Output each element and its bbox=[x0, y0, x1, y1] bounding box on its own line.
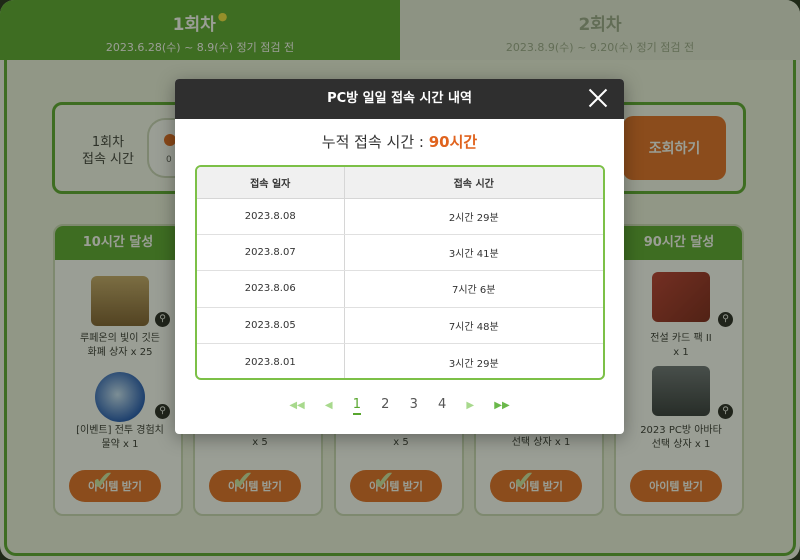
table-row: 2023.8.05 7시간 48분 bbox=[197, 307, 603, 345]
right-arrow-icon[interactable]: ▶ bbox=[466, 400, 474, 411]
table-row: 2023.8.06 7시간 6분 bbox=[197, 270, 603, 308]
row-date: 2023.8.08 bbox=[197, 198, 345, 235]
row-duration: 2시간 29분 bbox=[344, 198, 603, 235]
modal-header: PC방 일일 접속 시간 내역 bbox=[175, 79, 624, 119]
row-date: 2023.8.07 bbox=[197, 234, 345, 272]
table-header-row: 접속 일자 접속 시간 bbox=[197, 167, 603, 199]
table-row: 2023.8.01 3시간 29분 bbox=[197, 343, 603, 378]
row-duration: 3시간 29분 bbox=[448, 358, 499, 370]
row-duration: 7시간 6분 bbox=[344, 270, 603, 308]
page-link-4[interactable]: 4 bbox=[438, 397, 446, 412]
row-date: 2023.8.06 bbox=[197, 270, 345, 308]
page-link-1[interactable]: 1 bbox=[352, 397, 361, 415]
row-duration: 3시간 41분 bbox=[344, 234, 603, 272]
total-time-value: 90시간 bbox=[428, 133, 478, 151]
row-date: 2023.8.01 bbox=[197, 343, 345, 378]
row-duration: 7시간 48분 bbox=[344, 307, 603, 345]
table-row: 2023.8.07 3시간 41분 bbox=[197, 234, 603, 272]
double-left-arrow-icon[interactable]: ◀◀ bbox=[289, 400, 304, 411]
table-row: 2023.8.08 2시간 29분 bbox=[197, 198, 603, 235]
page-link-2[interactable]: 2 bbox=[381, 397, 389, 412]
double-right-arrow-icon[interactable]: ▶▶ bbox=[494, 400, 509, 411]
page-link-3[interactable]: 3 bbox=[410, 397, 418, 412]
daily-time-modal: PC방 일일 접속 시간 내역 누적 접속 시간 : 90시간 접속 일자 접속… bbox=[175, 79, 624, 434]
time-table: 접속 일자 접속 시간 2023.8.08 2시간 29분 2023.8.07 … bbox=[195, 165, 605, 380]
column-header-time: 접속 시간 bbox=[344, 167, 603, 199]
close-icon[interactable] bbox=[586, 86, 610, 110]
total-time-label: 누적 접속 시간 : bbox=[321, 133, 429, 151]
total-time: 누적 접속 시간 : 90시간 bbox=[175, 131, 624, 152]
column-header-date: 접속 일자 bbox=[197, 167, 345, 199]
modal-title: PC방 일일 접속 시간 내역 bbox=[327, 91, 472, 106]
row-date: 2023.8.05 bbox=[197, 307, 345, 345]
left-arrow-icon[interactable]: ◀ bbox=[325, 400, 333, 411]
pagination: ◀◀ ◀ 1 2 3 4 ▶ ▶▶ bbox=[175, 397, 624, 415]
